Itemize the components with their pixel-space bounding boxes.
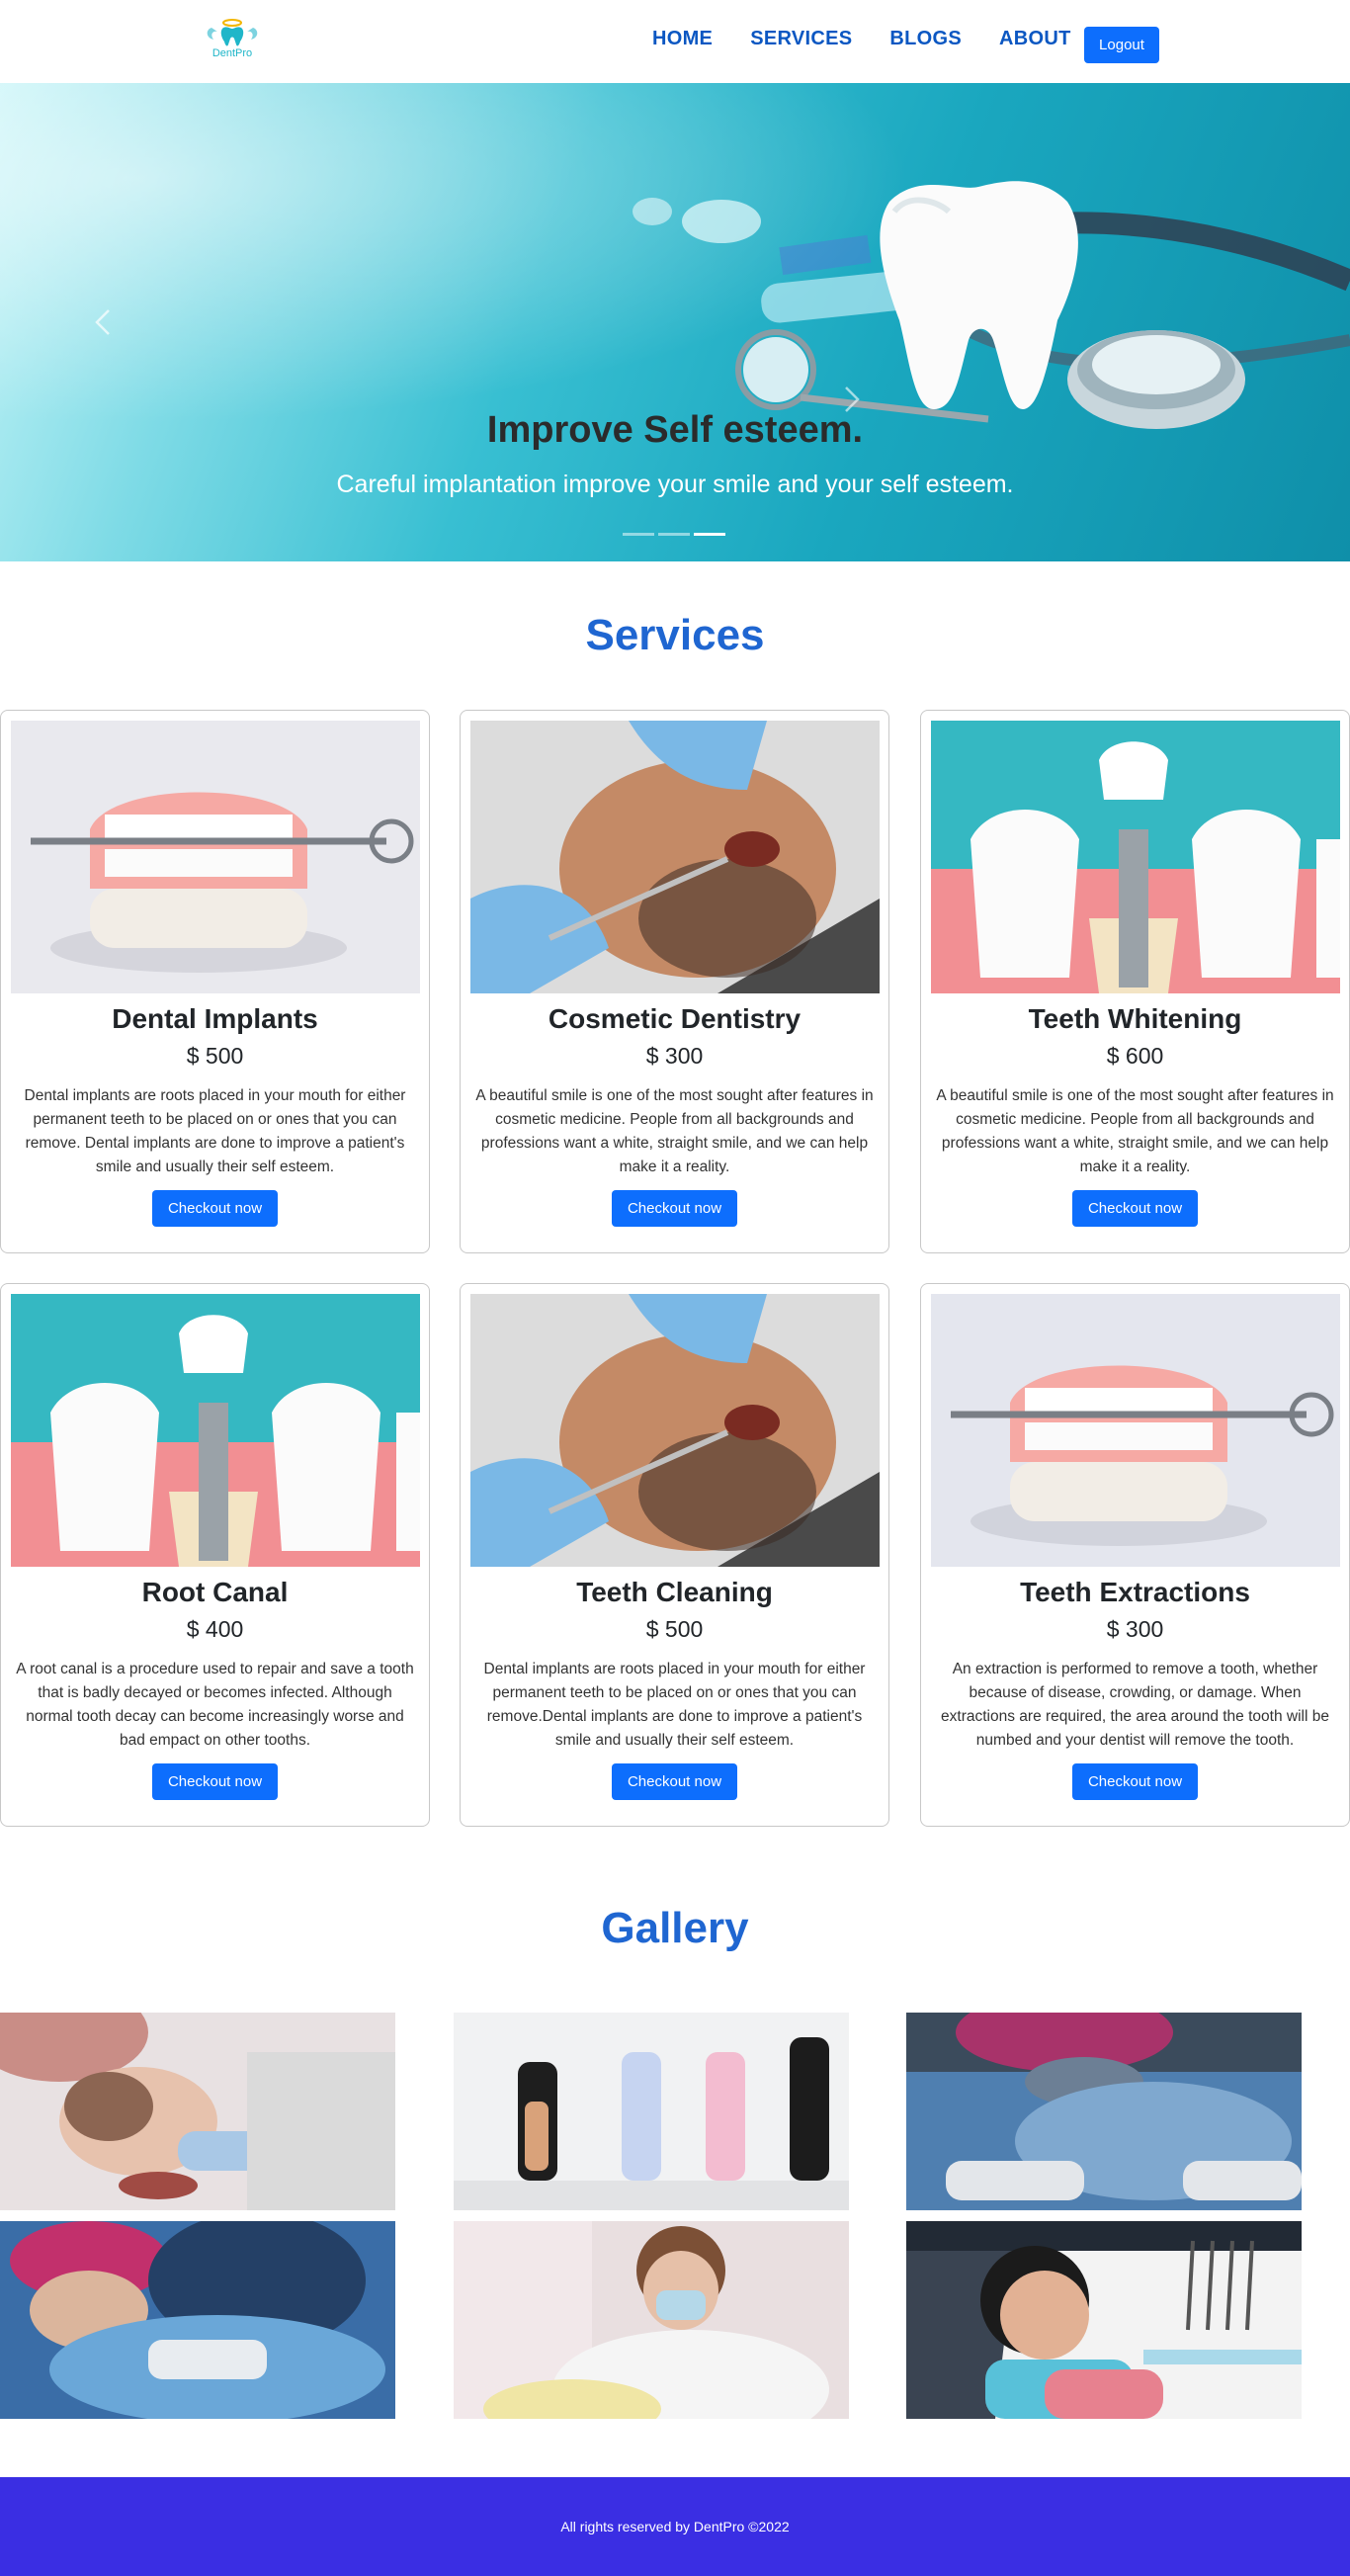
gallery-image-surgery-team[interactable]	[0, 2221, 395, 2419]
card-title: Teeth Extractions	[1020, 1577, 1250, 1607]
gallery-image-surgeons[interactable]	[906, 2013, 1302, 2210]
carousel-prev-icon[interactable]	[89, 302, 117, 342]
checkout-button[interactable]: Checkout now	[152, 1190, 278, 1227]
service-card: Root Canal $ 400 A root canal is a proce…	[0, 1283, 430, 1827]
nav-link-home[interactable]: HOME	[652, 28, 713, 50]
checkout-button[interactable]: Checkout now	[612, 1190, 737, 1227]
hero-carousel: Improve Self esteem. Careful implantatio…	[0, 83, 1350, 561]
gallery-image-child-patient[interactable]	[0, 2013, 395, 2210]
hero-subtitle: Careful implantation improve your smile …	[336, 471, 1014, 498]
logo[interactable]: DentPro	[204, 18, 261, 65]
checkout-button[interactable]: Checkout now	[612, 1763, 737, 1800]
checkout-button[interactable]: Checkout now	[152, 1763, 278, 1800]
card-price: $ 500	[186, 1043, 244, 1069]
implant-illustration-image	[11, 1294, 420, 1567]
gallery-image-toothbrushes[interactable]	[454, 2013, 849, 2210]
gallery-image-dentist-working[interactable]	[454, 2221, 849, 2419]
patient-checkup-image	[470, 1294, 880, 1567]
carousel-indicators	[623, 533, 725, 536]
service-card: Teeth Extractions $ 300 An extraction is…	[920, 1283, 1350, 1827]
card-description: Dental implants are roots placed in your…	[483, 1661, 866, 1749]
denture-model-image	[931, 1294, 1340, 1567]
nav-link-about[interactable]: ABOUT	[999, 28, 1071, 50]
checkout-button[interactable]: Checkout now	[1072, 1763, 1198, 1800]
carousel-indicator-2[interactable]	[658, 533, 690, 536]
hero-title: Improve Self esteem.	[486, 409, 864, 451]
card-title: Dental Implants	[112, 1003, 318, 1034]
denture-model-image	[11, 721, 420, 993]
card-price: $ 400	[186, 1616, 244, 1642]
services-title: Services	[585, 611, 765, 659]
nav-link-blogs[interactable]: BLOGS	[889, 28, 962, 50]
tooth-logo-icon	[207, 19, 258, 46]
card-title: Root Canal	[141, 1577, 289, 1607]
gallery-title: Gallery	[601, 1904, 749, 1952]
card-price: $ 300	[1106, 1616, 1164, 1642]
checkout-button[interactable]: Checkout now	[1072, 1190, 1198, 1227]
card-title: Teeth Whitening	[1028, 1003, 1242, 1034]
nav-links: HOME SERVICES BLOGS ABOUT	[652, 28, 1109, 50]
carousel-indicator-3[interactable]	[694, 533, 725, 536]
service-card: Cosmetic Dentistry $ 300 A beautiful smi…	[460, 710, 889, 1253]
card-title: Cosmetic Dentistry	[548, 1003, 802, 1034]
card-title: Teeth Cleaning	[576, 1577, 773, 1607]
card-description: Dental implants are roots placed in your…	[24, 1087, 406, 1175]
card-description: A beautiful smile is one of the most sou…	[936, 1087, 1334, 1175]
footer-copyright: All rights reserved by DentPro ©2022	[560, 2519, 790, 2534]
card-price: $ 500	[645, 1616, 704, 1642]
service-card: Teeth Cleaning $ 500 Dental implants are…	[460, 1283, 889, 1827]
logout-button[interactable]: Logout	[1084, 27, 1159, 63]
logo-text: DentPro	[211, 47, 253, 59]
carousel-indicator-1[interactable]	[623, 533, 654, 536]
service-card: Teeth Whitening $ 600 A beautiful smile …	[920, 710, 1350, 1253]
card-price: $ 600	[1106, 1043, 1164, 1069]
card-description: An extraction is performed to remove a t…	[941, 1661, 1329, 1749]
patient-checkup-image	[470, 721, 880, 993]
card-description: A root canal is a procedure used to repa…	[16, 1661, 414, 1749]
page: DentPro HOME SERVICES BLOGS ABOUT Logout	[0, 0, 1350, 2576]
gallery-image-smiling-patient[interactable]	[906, 2221, 1302, 2419]
navbar: DentPro HOME SERVICES BLOGS ABOUT Logout	[0, 0, 1350, 83]
card-price: $ 300	[645, 1043, 704, 1069]
service-card: Dental Implants $ 500 Dental implants ar…	[0, 710, 430, 1253]
implant-illustration-image	[931, 721, 1340, 993]
nav-link-services[interactable]: SERVICES	[750, 28, 852, 50]
footer: All rights reserved by DentPro ©2022	[0, 2477, 1350, 2576]
card-description: A beautiful smile is one of the most sou…	[475, 1087, 874, 1175]
